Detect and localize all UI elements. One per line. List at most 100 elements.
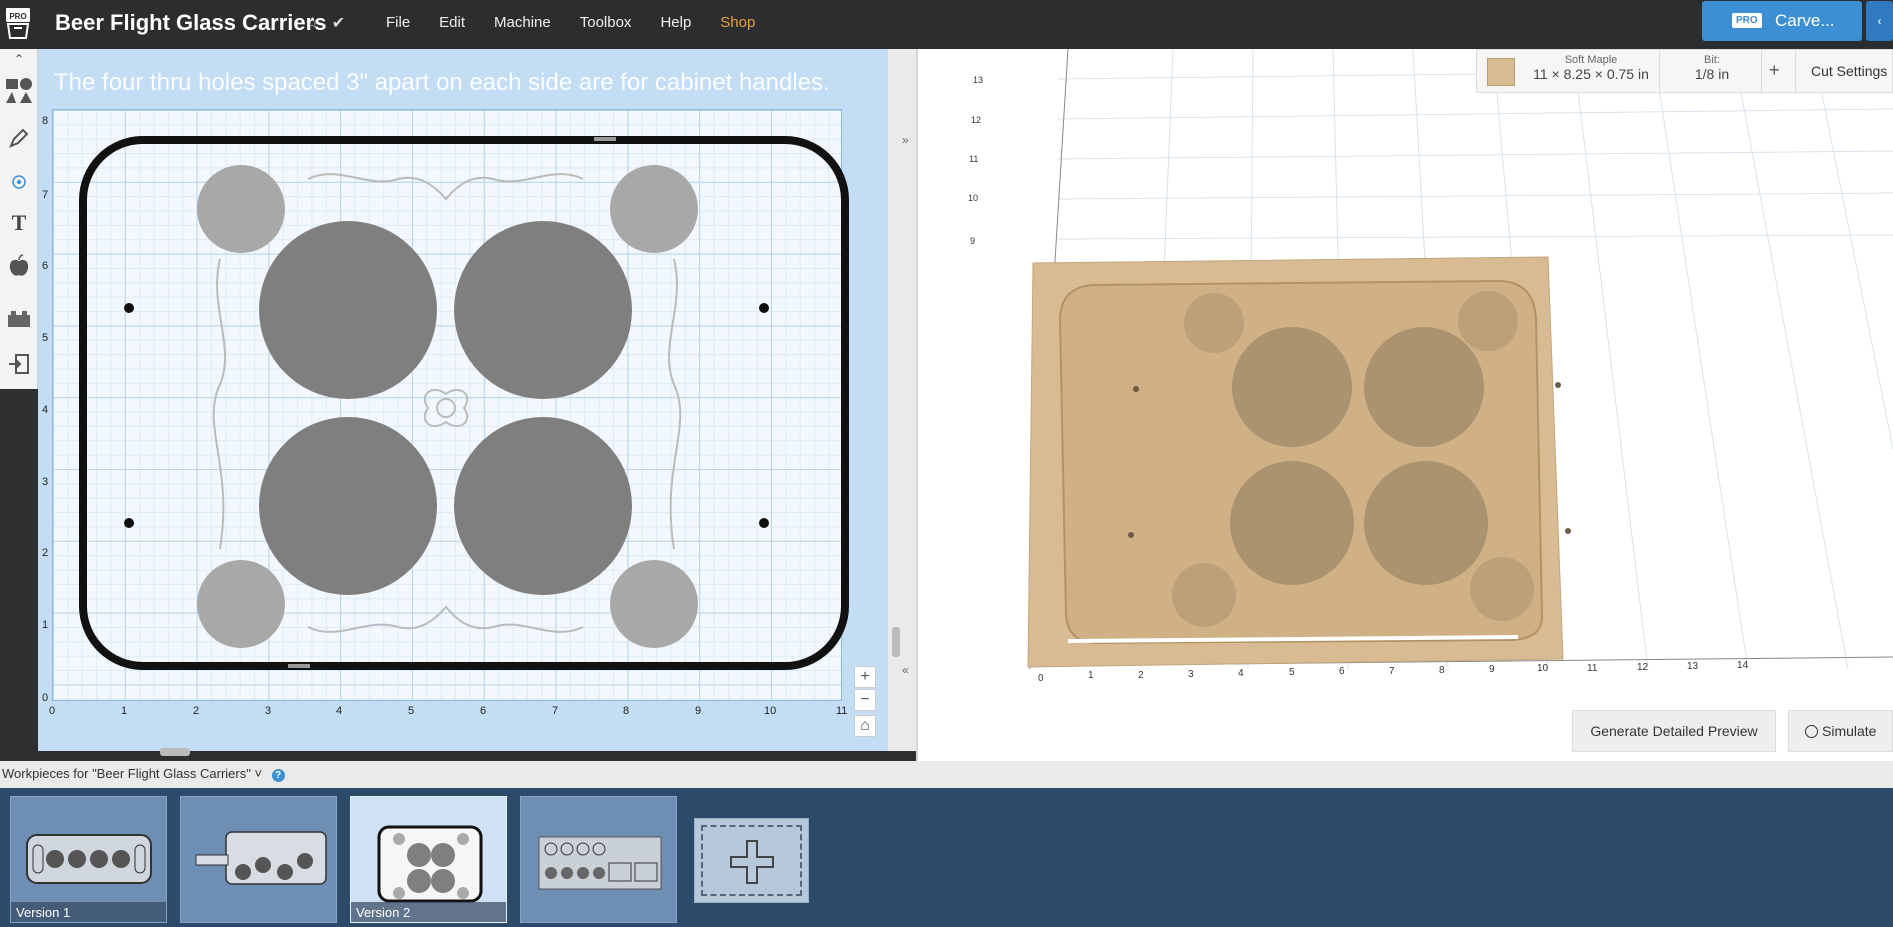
- 3d-preview-scene: [1027, 49, 1893, 670]
- preview-y-tick-11: 11: [969, 154, 979, 164]
- pen-icon[interactable]: [0, 118, 38, 158]
- workpiece-thumb-3[interactable]: Version 2: [350, 796, 507, 923]
- plus-icon: [730, 840, 774, 884]
- workpieces-title[interactable]: Workpieces for "Beer Flight Glass Carrie…: [2, 766, 251, 781]
- preview-x-tick-7: 7: [1389, 666, 1395, 677]
- cut-settings-button[interactable]: Cut Settings: [1811, 63, 1887, 79]
- preview-x-tick-10: 10: [1537, 663, 1549, 674]
- project-title[interactable]: Beer Flight Glass Carriers: [55, 10, 326, 36]
- workpiece-thumb-2[interactable]: [180, 796, 337, 923]
- import-icon[interactable]: [0, 344, 38, 384]
- preview-x-tick-3: 3: [1188, 669, 1194, 680]
- generate-detailed-preview-button[interactable]: Generate Detailed Preview: [1572, 710, 1776, 752]
- preview-x-tick-4: 4: [1238, 668, 1244, 679]
- favorite-saved-icons[interactable]: ☆ ✔: [305, 13, 349, 33]
- home-view-icon[interactable]: ⌂: [854, 715, 876, 737]
- add-workpiece-button[interactable]: [694, 818, 809, 903]
- corner-circle-br: [610, 560, 698, 648]
- design-artwork[interactable]: [38, 49, 888, 751]
- simulate-label: Simulate: [1822, 723, 1877, 739]
- preview-x-tick-9: 9: [1489, 664, 1495, 675]
- collapse-left-chevron-icon[interactable]: «: [902, 663, 909, 677]
- preview-x-tick-12: 12: [1637, 662, 1649, 673]
- carve-dropdown-chevron-icon[interactable]: ‹: [1866, 1, 1893, 41]
- menu-help[interactable]: Help: [660, 14, 691, 31]
- glass-hole-4: [454, 417, 632, 595]
- workpiece-label-4: [521, 902, 676, 922]
- pro-logo-icon[interactable]: PRO: [4, 4, 32, 42]
- separator: [1761, 50, 1762, 94]
- menu-shop[interactable]: Shop: [720, 14, 755, 31]
- preview-x-tick-1: 1: [1088, 670, 1094, 681]
- horizontal-scroll-thumb[interactable]: [160, 748, 190, 756]
- preview-x-tick-5: 5: [1289, 667, 1295, 678]
- glass-hole-3: [259, 417, 437, 595]
- workpiece-thumb-1[interactable]: Version 1: [10, 796, 167, 923]
- bit-info[interactable]: Bit: 1/8 in: [1667, 54, 1757, 82]
- material-dimensions: 11 × 8.25 × 0.75 in: [1533, 66, 1649, 82]
- main-menu: File Edit Machine Toolbox Help Shop: [386, 14, 784, 31]
- design-canvas-panel: The four thru holes spaced 3" apart on e…: [38, 49, 888, 788]
- corner-circle-tl: [197, 165, 285, 253]
- preview-x-tick-13: 13: [1687, 661, 1699, 672]
- 3d-preview-panel[interactable]: 0 1 2 3 4 5 6 7 8 9 10 11 12 13 14 13 12…: [918, 49, 1893, 761]
- material-settings-bar: Soft Maple 11 × 8.25 × 0.75 in Bit: 1/8 …: [1476, 49, 1893, 94]
- preview-y-tick-13: 13: [973, 75, 984, 85]
- corner-circle-bl: [197, 560, 285, 648]
- pro-badge: PRO: [1732, 13, 1762, 28]
- workpiece-label-2: [181, 902, 336, 922]
- handle-hole-1: [124, 303, 134, 313]
- menu-toolbox[interactable]: Toolbox: [580, 14, 632, 31]
- shapes-icon[interactable]: [0, 71, 38, 111]
- workpiece-label-1: Version 1: [11, 902, 166, 922]
- workpieces-caret-icon[interactable]: ˅: [254, 766, 262, 781]
- material-info[interactable]: Soft Maple 11 × 8.25 × 0.75 in: [1521, 54, 1661, 82]
- help-icon[interactable]: ?: [271, 769, 285, 782]
- preview-y-tick-12: 12: [971, 115, 982, 125]
- menu-file[interactable]: File: [386, 14, 410, 31]
- preview-x-tick-2: 2: [1138, 670, 1144, 681]
- thumbnail-image: [26, 834, 152, 884]
- workpiece-thumb-4[interactable]: [520, 796, 677, 923]
- material-swatch[interactable]: [1487, 58, 1515, 86]
- point-icon[interactable]: [0, 162, 38, 202]
- bit-label: Bit:: [1704, 54, 1720, 66]
- separator: [1795, 50, 1796, 94]
- corner-circle-tr: [610, 165, 698, 253]
- handle-hole-3: [124, 518, 134, 528]
- top-bar: PRO Beer Flight Glass Carriers ☆ ✔ File …: [0, 0, 1893, 49]
- glass-hole-2: [454, 221, 632, 399]
- text-tool-icon[interactable]: T: [0, 203, 38, 243]
- separator: [1659, 50, 1660, 94]
- outline-profile: [79, 136, 849, 670]
- collapse-chevron-icon[interactable]: ⌃: [0, 49, 38, 69]
- preview-x-tick-11: 11: [1587, 663, 1598, 674]
- scroll-thumb[interactable]: [892, 627, 900, 657]
- add-bit-button[interactable]: +: [1769, 60, 1780, 81]
- preview-y-tick-10: 10: [968, 193, 979, 203]
- menu-edit[interactable]: Edit: [439, 14, 465, 31]
- preview-x-tick-0: 0: [1038, 673, 1044, 684]
- workpiece-label-3: Version 2: [351, 902, 506, 922]
- simulate-button[interactable]: Simulate: [1788, 710, 1893, 752]
- zoom-out-button[interactable]: −: [854, 689, 876, 711]
- parts-library-icon[interactable]: [0, 299, 38, 339]
- bit-value: 1/8 in: [1694, 66, 1730, 82]
- panel-scrollbar[interactable]: » «: [888, 49, 916, 751]
- apple-icon[interactable]: [0, 246, 38, 286]
- preview-x-tick-6: 6: [1339, 666, 1345, 677]
- carve-button[interactable]: PRO Carve...: [1702, 1, 1862, 41]
- workpieces-header: Workpieces for "Beer Flight Glass Carrie…: [0, 761, 1893, 788]
- thumbnail-image: [377, 825, 483, 903]
- expand-right-chevron-icon[interactable]: »: [902, 133, 909, 147]
- menu-machine[interactable]: Machine: [494, 14, 551, 31]
- zoom-in-button[interactable]: +: [854, 666, 876, 688]
- handle-hole-2: [759, 303, 769, 313]
- tool-strip: ⌃ T: [0, 49, 38, 389]
- carve-label: Carve...: [1775, 11, 1835, 30]
- preview-y-tick-9: 9: [970, 236, 976, 246]
- workpieces-tray: Version 1 Version 2: [0, 788, 1893, 927]
- material-name: Soft Maple: [1564, 54, 1618, 66]
- preview-x-tick-14: 14: [1737, 660, 1749, 671]
- glass-hole-1: [259, 221, 437, 399]
